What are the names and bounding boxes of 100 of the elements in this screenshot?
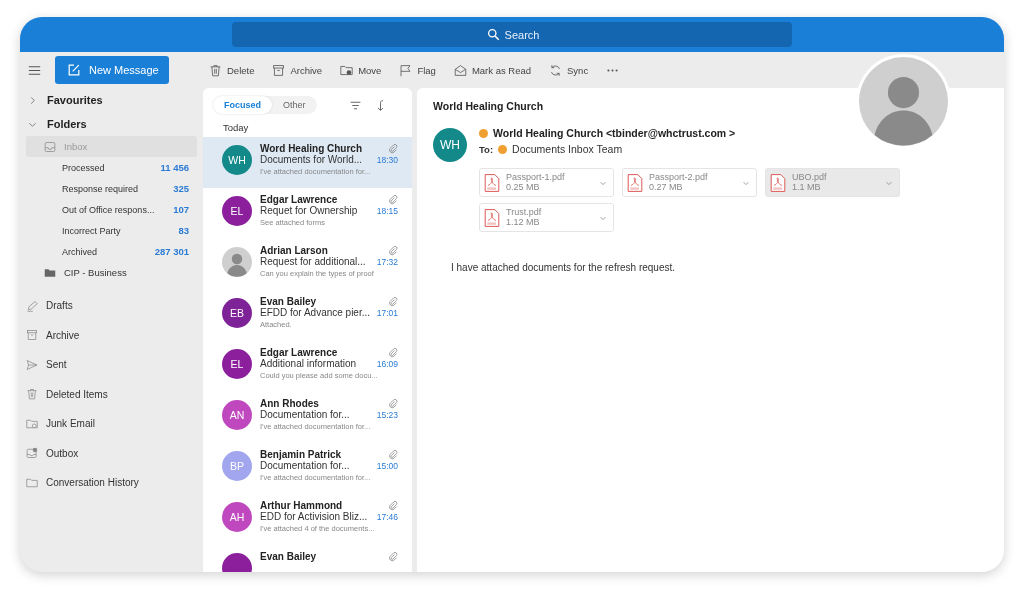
search-field[interactable]: Search: [232, 22, 792, 47]
avatar: BP: [222, 451, 252, 481]
pdf-file-icon: [770, 172, 786, 193]
folder-icon: [340, 63, 354, 77]
envelope-icon: [453, 63, 467, 77]
sender-name: Benjamin Patrick: [260, 449, 342, 460]
attachment-name: Passport-1.pdf: [506, 172, 566, 183]
sender-name: Arthur Hammond: [260, 500, 343, 511]
folder-item[interactable]: Drafts: [20, 291, 197, 321]
archive-icon: [272, 63, 286, 77]
message-subject: Documentation for...: [260, 409, 350, 420]
message-subject: Documents for World...: [260, 154, 363, 165]
attachment-card[interactable]: Trust.pdf 1.12 MB: [479, 203, 614, 232]
avatar-icon: [222, 247, 252, 277]
message-title: World Healing Church: [433, 100, 545, 112]
avatar: EL: [222, 349, 252, 379]
message-subject: EDD for Activision Bliz...: [260, 511, 368, 522]
paperclip-icon: [388, 347, 398, 358]
paperclip-icon: [388, 551, 398, 562]
paperclip-icon: [388, 449, 398, 460]
avatar: AH: [222, 502, 252, 532]
toolbar-button[interactable]: Sync: [543, 60, 595, 80]
avatar: WH: [222, 145, 252, 175]
compose-icon: [67, 63, 81, 77]
attachment-size: 0.25 MB: [506, 182, 540, 193]
recipient-name: Documents Inbox Team: [512, 143, 623, 155]
attachment-size: 1.1 MB: [792, 182, 821, 193]
group-label: Today: [222, 121, 250, 135]
paperclip-icon: [388, 398, 398, 409]
folder-item[interactable]: CIP - Business: [20, 262, 197, 283]
sender-name: Ann Rhodes: [260, 398, 319, 409]
attachment-card[interactable]: Passport-2.pdf 0.27 MB: [622, 168, 757, 197]
folder-item[interactable]: Outbox: [20, 438, 197, 468]
message-time: 15:23: [376, 409, 398, 420]
folder-icon: [26, 476, 38, 489]
paperclip-icon: [388, 245, 398, 256]
folder-item[interactable]: Deleted Items: [20, 379, 197, 409]
paperclip-icon: [388, 500, 398, 511]
folder-group[interactable]: Folders: [20, 112, 197, 136]
toolbar-button[interactable]: Delete: [203, 60, 261, 80]
list-tab[interactable]: Focused: [213, 96, 272, 114]
sender-name: Edgar Lawrence: [260, 194, 338, 205]
new-message-button[interactable]: New Message: [55, 56, 169, 84]
paperclip-icon: [388, 194, 398, 205]
message-subject: EFDD for Advance pier...: [260, 307, 371, 318]
message-time: 15:00: [376, 460, 398, 471]
folder-item[interactable]: Response required 325: [20, 178, 197, 199]
message-subject: Requet for Ownership: [260, 205, 358, 216]
pdf-file-icon: [484, 207, 500, 228]
list-tab[interactable]: Other: [272, 96, 317, 114]
folder-item[interactable]: Conversation History: [20, 468, 197, 498]
sender-address: World Healing Church <tbinder@whctrust.com >: [493, 127, 736, 139]
folder-item[interactable]: Out of Office respons... 107: [20, 199, 197, 220]
folder-icon: [44, 266, 56, 279]
message-subject: Documentation for...: [260, 460, 350, 471]
folder-group[interactable]: Favourites: [20, 88, 197, 112]
folder-item[interactable]: Incorrect Party 83: [20, 220, 197, 241]
profile-avatar-icon: [859, 57, 948, 146]
avatar: WH: [433, 128, 467, 162]
search-icon: [487, 28, 500, 41]
attachment-size: 0.27 MB: [649, 182, 683, 193]
inbox-icon: [44, 140, 56, 153]
message-time: 18:15: [376, 205, 398, 216]
folder-item[interactable]: Junk Email: [20, 409, 197, 439]
paperclip-icon: [388, 296, 398, 307]
toolbar-button[interactable]: Archive: [266, 60, 329, 80]
message-time: 17:01: [376, 307, 398, 318]
sender-name: Evan Bailey: [260, 551, 317, 562]
folder-item[interactable]: Archived 287 301: [20, 241, 197, 262]
outbox-icon: [26, 447, 38, 460]
sender-name: Adrian Larson: [260, 245, 328, 256]
paperclip-icon: [388, 143, 398, 154]
message-time: 17:32: [376, 256, 398, 267]
sync-icon: [549, 63, 562, 77]
toolbar-button[interactable]: Move: [334, 60, 388, 80]
chevron-icon: [28, 95, 37, 105]
pdf-file-icon: [627, 172, 643, 193]
message-body: I have attached documents for the refresh request.: [451, 262, 677, 273]
message-time: 16:09: [376, 358, 398, 369]
message-item[interactable]: Evan Bailey: [203, 545, 412, 572]
message-subject: Additional information: [260, 358, 357, 369]
attachment-name: Trust.pdf: [506, 207, 543, 218]
to-label: To:: [479, 143, 494, 155]
folder-item[interactable]: Processed 11 456: [20, 157, 197, 178]
message-subject: Request for additional...: [260, 256, 366, 267]
folder-item[interactable]: Archive: [20, 320, 197, 350]
attachment-card[interactable]: Passport-1.pdf 0.25 MB: [479, 168, 614, 197]
send-icon: [26, 358, 38, 371]
flag-icon: [399, 63, 413, 77]
pdf-file-icon: [484, 172, 500, 193]
message-time: 17:46: [376, 511, 398, 522]
pencil-icon: [26, 299, 38, 312]
attachment-size: 1.12 MB: [506, 217, 540, 228]
toolbar-button[interactable]: Mark as Read: [447, 60, 537, 80]
sender-name: Evan Bailey: [260, 296, 317, 307]
folder-item[interactable]: Sent: [20, 350, 197, 380]
avatar: EB: [222, 298, 252, 328]
toolbar-button[interactable]: Flag: [393, 60, 442, 80]
menu-icon[interactable]: [28, 63, 41, 77]
avatar: EL: [222, 196, 252, 226]
